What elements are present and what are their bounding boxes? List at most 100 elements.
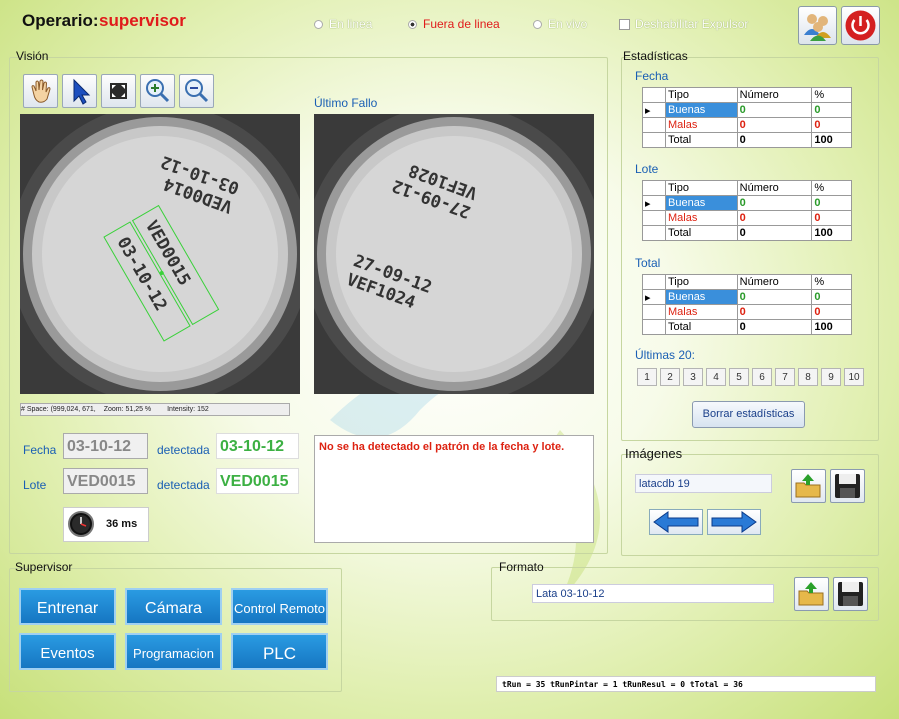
radio-fuera-de-linea[interactable]: Fuera de linea [408, 17, 500, 31]
intensity-readout: Intensity: 152 [167, 406, 209, 413]
supervisor-panel [9, 568, 342, 692]
last20-item-9[interactable]: 9 [821, 368, 841, 386]
table-row[interactable]: ▸ Buenas 0 0 [642, 289, 852, 305]
format-field[interactable]: Lata 03-10-12 [532, 584, 774, 603]
last20-item-6[interactable]: 6 [752, 368, 772, 386]
space-readout: # Space: (999,024, 671, [21, 406, 96, 413]
save-disk-icon [838, 582, 863, 606]
users-icon [804, 14, 831, 41]
arrow-cursor-icon [73, 78, 91, 105]
lote-detected-value: VED0015 [216, 468, 299, 494]
fit-tool-button[interactable] [101, 74, 136, 108]
table-row[interactable]: Malas 0 0 [642, 210, 852, 226]
checkbox-label: Deshabilitar Expulsor [635, 17, 749, 31]
camara-button[interactable]: Cámara [125, 588, 222, 625]
table-header-row: Tipo Número% [642, 180, 852, 196]
programacion-button[interactable]: Programacion [125, 633, 222, 670]
radio-label: Fuera de linea [423, 17, 500, 31]
last20-item-5[interactable]: 5 [729, 368, 749, 386]
lote-detectada-label: detectada [157, 478, 210, 492]
radio-en-linea[interactable]: En linea [314, 17, 372, 31]
last20-label: Últimas 20: [635, 348, 696, 362]
lote-value: VED0015 [63, 468, 148, 494]
can-lid-fail-image: 27-09-12VEF1028 27-09-12VEF1024 [314, 114, 594, 394]
radio-en-vivo[interactable]: En vivo [533, 17, 587, 31]
time-value: 36 ms [106, 518, 138, 530]
table-row[interactable]: Malas 0 0 [642, 117, 852, 133]
zoom-out-icon [185, 79, 209, 103]
plc-button[interactable]: PLC [231, 633, 328, 670]
radio-icon [314, 20, 323, 30]
stats-total-table: Tipo Número% ▸ Buenas 0 0 Malas 0 0 Total 0 100 [642, 274, 852, 335]
table-row[interactable]: Total 0 100 [642, 132, 852, 148]
radio-label: En linea [329, 17, 373, 31]
image-status-bar: # Space: (999,024, 671, Zoom: 51,25 % In… [20, 403, 290, 416]
last20-item-10[interactable]: 10 [844, 368, 864, 386]
previous-image-button[interactable] [649, 509, 703, 535]
eventos-button[interactable]: Eventos [19, 633, 116, 670]
entrenar-button[interactable]: Entrenar [19, 588, 116, 625]
vision-title: Visión [16, 49, 49, 63]
stats-total-label: Total [635, 256, 661, 270]
pan-tool-button[interactable] [23, 74, 58, 108]
radio-label: En vivo [548, 17, 588, 31]
open-image-button[interactable] [791, 469, 826, 503]
arrow-left-icon [653, 511, 699, 533]
last20-item-3[interactable]: 3 [683, 368, 703, 386]
zoom-in-button[interactable] [140, 74, 175, 108]
format-title: Formato [499, 560, 544, 574]
users-button[interactable] [798, 6, 837, 45]
stats-fecha-table: Tipo Número% ▸ Buenas 0 0 Malas 0 0 Total 0 100 [642, 87, 852, 148]
checkbox-deshabilitar-expulsor[interactable]: Deshabilitar Expulsor [619, 17, 748, 31]
table-row[interactable]: ▸ Buenas 0 0 [642, 102, 852, 118]
last20-item-4[interactable]: 4 [706, 368, 726, 386]
fecha-detected-value: 03-10-12 [216, 433, 299, 459]
open-folder-icon [795, 474, 821, 498]
open-folder-icon [798, 582, 824, 606]
zoom-readout: Zoom: 51,25 % [103, 406, 152, 413]
save-image-button[interactable] [830, 469, 865, 503]
timing-readout: tRun = 35 tRunPintar = 1 tRunResul = 0 t… [496, 676, 876, 692]
table-row[interactable]: ▸ Buenas 0 0 [642, 195, 852, 211]
stats-lote-label: Lote [635, 162, 659, 176]
open-format-button[interactable] [794, 577, 829, 611]
header-tipo: Tipo [665, 87, 738, 103]
image-file-field[interactable]: latacdb 19 [635, 474, 772, 493]
save-format-button[interactable] [833, 577, 868, 611]
control-remoto-button[interactable]: Control Remoto [231, 588, 328, 625]
power-button[interactable] [841, 6, 880, 45]
table-row[interactable]: Total 0 100 [642, 225, 852, 241]
operator-label: Operario: [22, 11, 99, 30]
fecha-detectada-label: detectada [157, 443, 210, 457]
arrow-right-icon [711, 511, 757, 533]
last-fail-image[interactable]: 27-09-12 VEF1028 27-09-12 VEF1024 [314, 114, 594, 394]
fecha-value: 03-10-12 [63, 433, 148, 459]
last20-item-1[interactable]: 1 [637, 368, 657, 386]
message-text: No se ha detectado el patrón de la fecha… [319, 441, 565, 453]
images-title: Imágenes [625, 446, 683, 461]
zoom-in-icon [146, 79, 170, 103]
operator-name: supervisor [99, 11, 186, 30]
radio-icon [533, 20, 542, 30]
last20-item-7[interactable]: 7 [775, 368, 795, 386]
select-tool-button[interactable] [62, 74, 97, 108]
table-row[interactable]: Malas 0 0 [642, 304, 852, 320]
zoom-out-button[interactable] [179, 74, 214, 108]
last20-item-2[interactable]: 2 [660, 368, 680, 386]
save-disk-icon [835, 474, 860, 498]
timer-box: 36 ms [63, 507, 149, 542]
can-lid-image: VED001403-10-12 VED0015 03-10-12 [20, 114, 300, 394]
table-header-row: Tipo Número% [642, 274, 852, 290]
power-icon [845, 10, 876, 41]
header-pct: % [811, 87, 852, 103]
header-numero: Número [736, 87, 813, 103]
reset-stats-button[interactable]: Borrar estadísticas [692, 401, 805, 428]
table-row[interactable]: Total 0 100 [642, 319, 852, 335]
live-camera-image[interactable]: VED0014 03-10-12 VED0015 03-10-12 [20, 114, 300, 394]
last20-item-8[interactable]: 8 [798, 368, 818, 386]
hand-icon [31, 79, 51, 103]
next-image-button[interactable] [707, 509, 761, 535]
supervisor-title: Supervisor [15, 560, 73, 574]
checkbox-icon [619, 19, 630, 31]
fecha-label: Fecha [23, 443, 57, 457]
